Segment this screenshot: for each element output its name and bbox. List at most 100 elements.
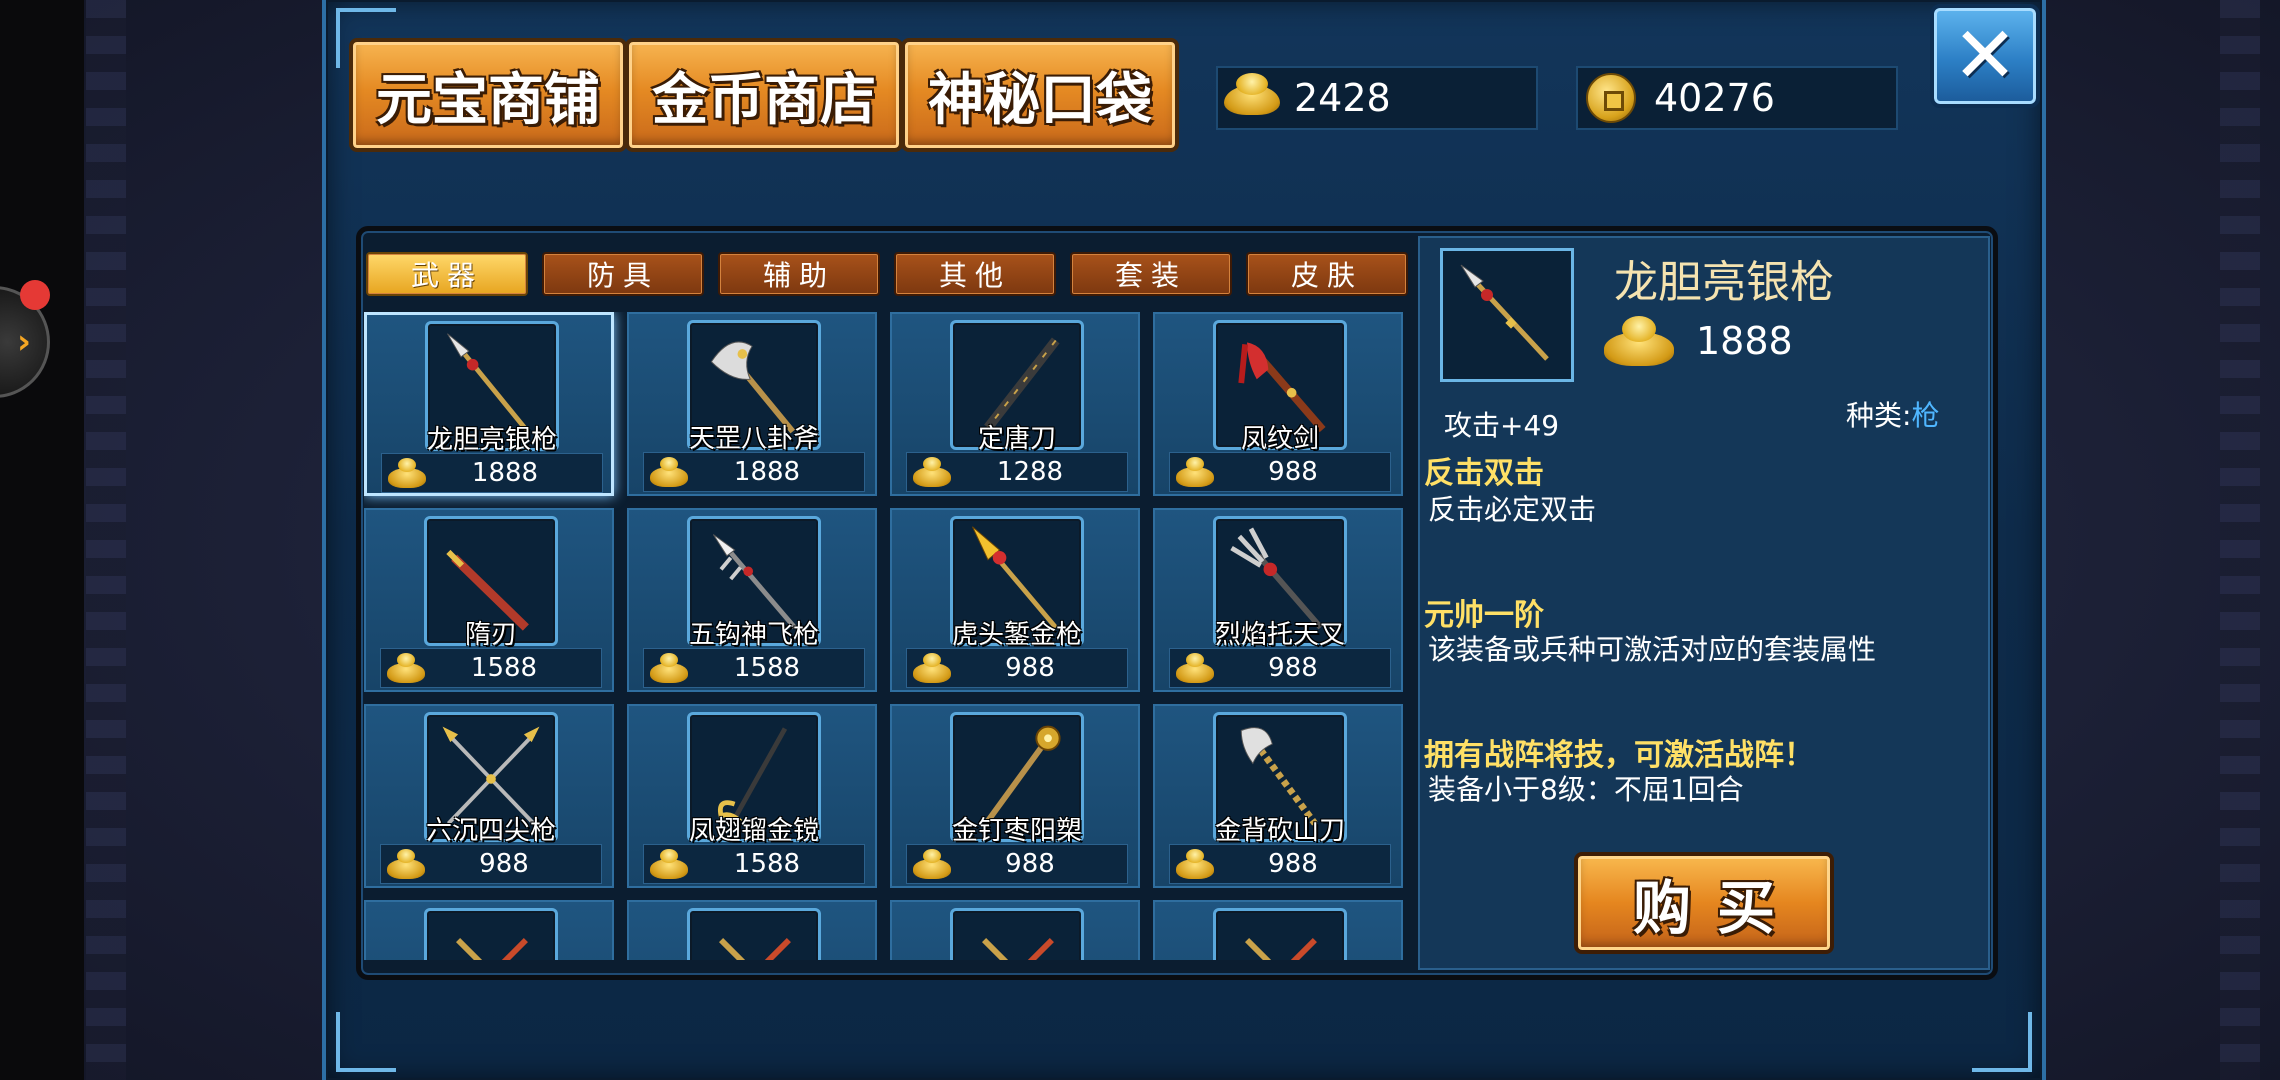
detail-attack: 攻击+49 — [1444, 409, 1560, 442]
item-card[interactable] — [627, 900, 877, 960]
item-price: 1888 — [471, 458, 539, 488]
item-price: 988 — [479, 849, 529, 879]
chevron-right-icon: › — [16, 322, 31, 362]
item-price-bar: 1588 — [643, 844, 865, 884]
item-name: 五钩神飞枪 — [688, 620, 819, 650]
item-price-bar: 1888 — [643, 452, 865, 492]
detail-price: 1888 — [1604, 316, 1793, 366]
detail-type-label: 种类: — [1846, 399, 1912, 432]
skill-desc-counter: 反击必定双击 — [1428, 493, 1597, 526]
item-name: 金背砍山刀 — [1214, 816, 1345, 846]
partial-weapon-icon — [687, 908, 821, 960]
buy-button[interactable]: 购买 — [1574, 852, 1834, 954]
coin-balance: 40276 — [1576, 66, 1898, 130]
skill-desc-formation: 装备小于8级：不屈1回合 — [1428, 773, 1744, 806]
shop-tabs: 元宝商铺 金币商店 神秘口袋 — [349, 38, 1179, 152]
item-price: 1888 — [733, 457, 801, 487]
item-card[interactable]: 凤翅镏金镋 1588 — [627, 704, 877, 888]
tab-gold-shop[interactable]: 金币商店 — [625, 38, 903, 152]
item-name: 虎头錾金枪 — [951, 620, 1082, 650]
tab-auxiliary[interactable]: 辅助 — [718, 252, 880, 296]
item-card[interactable]: 六沉四尖枪 988 — [364, 704, 614, 888]
item-price-bar: 1588 — [643, 648, 865, 688]
item-name: 烈焰托天叉 — [1214, 620, 1345, 650]
item-price: 988 — [1268, 849, 1318, 879]
ingot-balance: 2428 — [1216, 66, 1538, 130]
gold-coin-icon — [1582, 71, 1642, 125]
skill-title-counter: 反击双击 — [1424, 456, 1544, 491]
item-card[interactable]: 金背砍山刀 988 — [1153, 704, 1403, 888]
item-price-bar: 988 — [906, 844, 1128, 884]
close-button[interactable]: ✕ — [1930, 4, 2040, 108]
item-name: 金钉枣阳槊 — [951, 816, 1082, 846]
notification-dot — [20, 280, 50, 310]
item-price-bar: 1888 — [381, 453, 603, 493]
item-price-bar: 1588 — [380, 648, 602, 688]
ingot-amount: 2428 — [1294, 76, 1391, 120]
item-name: 龙胆亮银枪 — [426, 425, 557, 455]
item-card[interactable]: 金钉枣阳槊 988 — [890, 704, 1140, 888]
item-price: 988 — [1005, 849, 1055, 879]
background-pattern-right — [2220, 0, 2260, 1080]
detail-type-value: 枪 — [1911, 399, 1940, 432]
detail-spear-silver-icon — [1440, 248, 1574, 382]
item-price-bar: 988 — [380, 844, 602, 884]
partial-weapon-icon — [950, 908, 1084, 960]
item-price: 1588 — [470, 653, 538, 683]
partial-weapon-icon — [424, 908, 558, 960]
skill-desc-marshal: 该装备或兵种可激活对应的套装属性 — [1428, 633, 1877, 666]
tab-mystery-bag[interactable]: 神秘口袋 — [901, 38, 1179, 152]
item-price-bar: 988 — [1169, 844, 1391, 884]
gold-ingot-icon — [1604, 316, 1676, 366]
tab-weapons[interactable]: 武器 — [366, 252, 528, 296]
item-card[interactable]: 隋刃 1588 — [364, 508, 614, 692]
item-price: 988 — [1268, 653, 1318, 683]
gold-ingot-icon — [650, 653, 690, 683]
item-price: 988 — [1268, 457, 1318, 487]
tab-skins[interactable]: 皮肤 — [1246, 252, 1408, 296]
gold-ingot-icon — [1176, 457, 1216, 487]
item-card[interactable] — [1153, 900, 1403, 960]
item-price: 988 — [1005, 653, 1055, 683]
item-price: 1588 — [733, 653, 801, 683]
item-grid: 龙胆亮银枪 1888 天罡八卦斧 1888 定唐刀 1288 凤纹剑 988 隋刃 1588 五钩神… — [364, 312, 1404, 960]
close-icon: ✕ — [1952, 11, 2018, 101]
item-card[interactable]: 定唐刀 1288 — [890, 312, 1140, 496]
gold-ingot-icon — [1222, 71, 1282, 125]
item-price-bar: 988 — [1169, 452, 1391, 492]
item-price: 1288 — [996, 457, 1064, 487]
item-grid-scroll[interactable]: 龙胆亮银枪 1888 天罡八卦斧 1888 定唐刀 1288 凤纹剑 988 隋刃 1588 五钩神… — [364, 312, 1404, 960]
tab-sets[interactable]: 套装 — [1070, 252, 1232, 296]
item-price-bar: 988 — [1169, 648, 1391, 688]
tab-ingot-shop[interactable]: 元宝商铺 — [349, 38, 627, 152]
gold-ingot-icon — [388, 458, 428, 488]
item-price-bar: 988 — [906, 648, 1128, 688]
item-card[interactable]: 天罡八卦斧 1888 — [627, 312, 877, 496]
background-pattern-left — [86, 0, 126, 1080]
gold-ingot-icon — [1176, 849, 1216, 879]
item-price-bar: 1288 — [906, 452, 1128, 492]
item-name: 定唐刀 — [977, 424, 1056, 454]
item-name: 凤翅镏金镋 — [688, 816, 819, 846]
corner-ornament — [336, 1012, 396, 1072]
detail-type: 种类:枪 — [1846, 394, 1939, 434]
item-card[interactable]: 烈焰托天叉 988 — [1153, 508, 1403, 692]
tab-other[interactable]: 其他 — [894, 252, 1056, 296]
gold-ingot-icon — [650, 849, 690, 879]
gold-ingot-icon — [1176, 653, 1216, 683]
item-card[interactable] — [364, 900, 614, 960]
tab-armor[interactable]: 防具 — [542, 252, 704, 296]
gold-ingot-icon — [913, 849, 953, 879]
coin-amount: 40276 — [1654, 76, 1775, 120]
item-card[interactable]: 虎头錾金枪 988 — [890, 508, 1140, 692]
item-card[interactable]: 五钩神飞枪 1588 — [627, 508, 877, 692]
gold-ingot-icon — [387, 653, 427, 683]
item-card[interactable]: 龙胆亮银枪 1888 — [364, 312, 614, 496]
item-name: 隋刃 — [464, 620, 517, 650]
item-card[interactable]: 凤纹剑 988 — [1153, 312, 1403, 496]
partial-weapon-icon — [1213, 908, 1347, 960]
item-price: 1588 — [733, 849, 801, 879]
item-card[interactable] — [890, 900, 1140, 960]
detail-item-name: 龙胆亮银枪 — [1614, 257, 1834, 308]
detail-price-value: 1888 — [1696, 319, 1793, 363]
